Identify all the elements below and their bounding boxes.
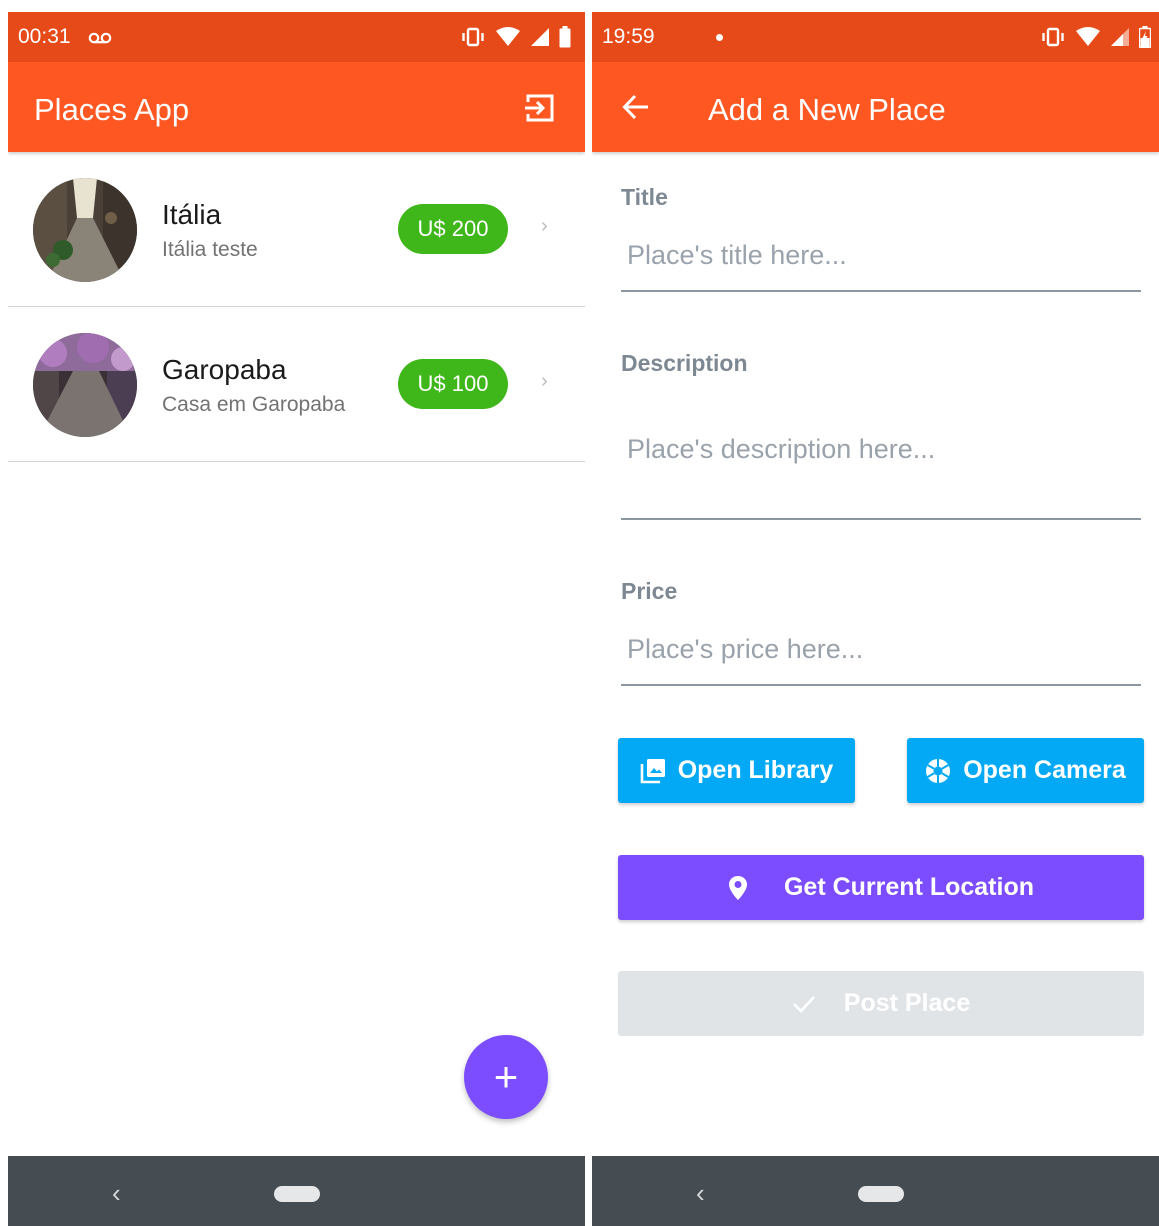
- image-library-icon: [640, 758, 665, 783]
- description-label: Description: [621, 350, 748, 376]
- logout-icon: [525, 94, 554, 122]
- app-bar: Places App: [8, 62, 585, 152]
- system-nav-bar: ‹: [592, 1156, 1159, 1226]
- signal-icon: [531, 28, 549, 46]
- system-nav-bar: ‹: [8, 1156, 585, 1226]
- nav-back-icon[interactable]: ‹: [696, 1178, 705, 1209]
- add-place-screen: 19:59 Add a New Place Title Place's titl…: [592, 12, 1159, 1226]
- description-input[interactable]: [621, 392, 1141, 520]
- chevron-right-icon: ›: [541, 215, 548, 237]
- nav-home-pill[interactable]: [274, 1186, 320, 1202]
- check-icon: [792, 995, 815, 1013]
- place-subtitle: Casa em Garopaba: [162, 393, 346, 416]
- status-bar: 00:31: [8, 12, 585, 62]
- place-item-garopaba[interactable]: Garopaba Casa em Garopaba U$ 100 ›: [8, 307, 585, 462]
- status-time: 19:59: [602, 25, 655, 48]
- places-list-screen: 00:31 Places App Itália Itália teste U$ …: [8, 12, 585, 1226]
- place-title: Itália: [162, 199, 222, 230]
- title-input[interactable]: [621, 220, 1141, 292]
- title-label: Title: [621, 184, 668, 210]
- place-photo: [33, 333, 137, 437]
- voicemail-icon: [88, 32, 112, 44]
- nav-home-pill[interactable]: [858, 1186, 904, 1202]
- camera-aperture-icon: [926, 758, 951, 783]
- back-button[interactable]: [616, 87, 656, 127]
- price-input[interactable]: [621, 614, 1141, 686]
- open-camera-button[interactable]: Open Camera: [907, 738, 1144, 803]
- notification-dot-icon: [716, 34, 723, 41]
- status-bar: 19:59: [592, 12, 1159, 62]
- plus-icon: +: [493, 1053, 519, 1100]
- price-label: Price: [621, 578, 678, 604]
- nav-back-icon[interactable]: ‹: [112, 1178, 121, 1209]
- logout-button[interactable]: [520, 88, 560, 128]
- status-time: 00:31: [18, 25, 71, 48]
- get-location-button[interactable]: Get Current Location: [618, 855, 1144, 920]
- open-library-label: Open Library: [677, 756, 834, 784]
- app-title: Places App: [34, 92, 190, 127]
- open-camera-label: Open Camera: [963, 756, 1126, 784]
- arrow-left-icon: [622, 94, 648, 120]
- vibrate-icon: [1042, 27, 1064, 47]
- get-location-label: Get Current Location: [783, 873, 1034, 901]
- place-photo: [33, 178, 137, 282]
- battery-charging-icon: [1139, 26, 1151, 48]
- places-list: Itália Itália teste U$ 200 › Garopaba Ca: [8, 152, 585, 462]
- place-title: Garopaba: [162, 354, 287, 385]
- wifi-icon: [1076, 27, 1100, 46]
- place-item-italia[interactable]: Itália Itália teste U$ 200 ›: [8, 152, 585, 307]
- map-pin-icon: [728, 875, 747, 900]
- add-place-fab[interactable]: +: [464, 1035, 548, 1119]
- vibrate-icon: [462, 27, 484, 47]
- price-badge: U$ 200: [398, 204, 508, 254]
- open-library-button[interactable]: Open Library: [618, 738, 855, 803]
- signal-icon: [1111, 28, 1129, 46]
- chevron-right-icon: ›: [541, 370, 548, 392]
- app-title: Add a New Place: [708, 92, 946, 127]
- battery-icon: [559, 26, 571, 48]
- post-place-label: Post Place: [843, 989, 971, 1017]
- post-place-button[interactable]: Post Place: [618, 971, 1144, 1036]
- place-subtitle: Itália teste: [162, 238, 258, 261]
- app-bar: Add a New Place: [592, 62, 1159, 152]
- price-badge: U$ 100: [398, 359, 508, 409]
- wifi-icon: [496, 27, 520, 46]
